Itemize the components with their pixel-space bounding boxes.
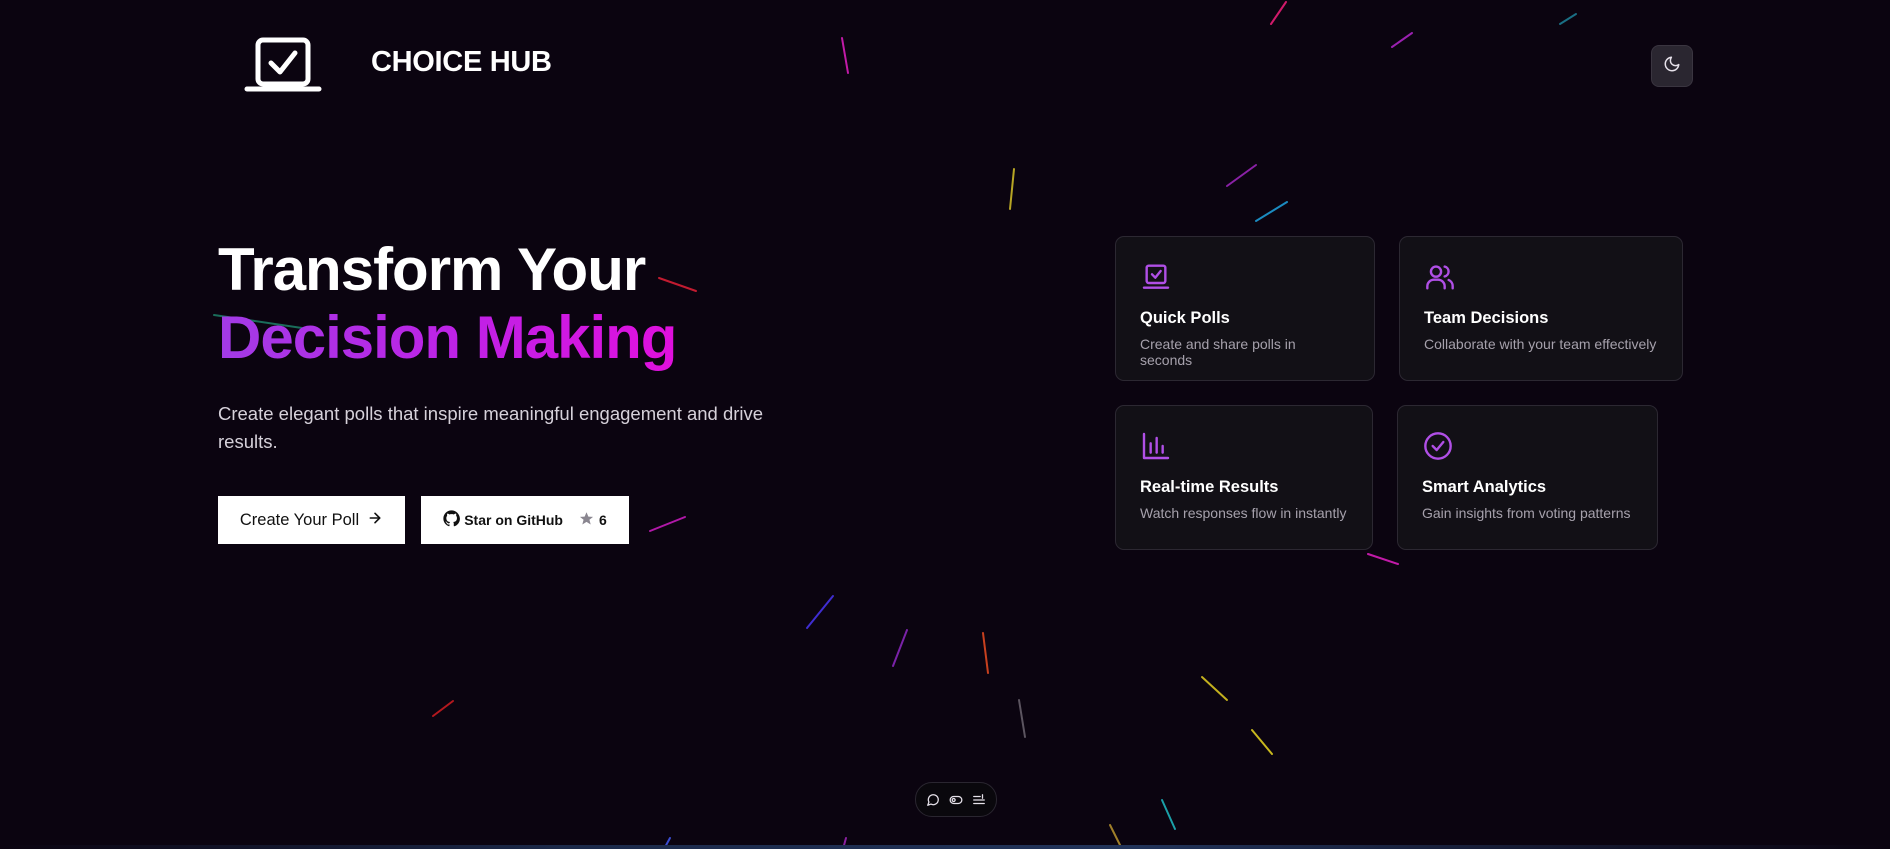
moon-icon — [1663, 55, 1681, 78]
bar-chart-icon — [1140, 430, 1172, 462]
hero-subtitle: Create elegant polls that inspire meanin… — [218, 403, 764, 452]
feature-title: Team Decisions — [1424, 309, 1549, 327]
hero-title-line1: Transform Your — [218, 236, 646, 303]
feature-title: Real-time Results — [1140, 478, 1279, 496]
create-poll-button[interactable]: Create Your Poll — [218, 496, 405, 544]
laptop-check-icon — [1140, 261, 1172, 293]
brand-name[interactable]: CHOICE HUB — [371, 46, 552, 79]
feature-card-smart-analytics: Smart Analytics Gain insights from votin… — [1397, 405, 1658, 550]
feature-description: Watch responses flow in instantly — [1140, 505, 1347, 521]
hero-title-line2: Decision Making — [218, 304, 677, 371]
feature-card-team-decisions: Team Decisions Collaborate with your tea… — [1399, 236, 1683, 381]
github-star-count: 6 — [598, 512, 607, 528]
github-label: Star on GitHub — [464, 512, 563, 528]
feature-title: Smart Analytics — [1422, 478, 1547, 496]
chat-bubble-icon[interactable] — [926, 793, 940, 807]
feature-description: Collaborate with your team effectively — [1424, 336, 1657, 352]
users-icon — [1424, 261, 1456, 293]
hero-title: Transform Your Decision Making — [218, 236, 677, 372]
feature-title: Quick Polls — [1140, 309, 1230, 327]
feature-card-quick-polls: Quick Polls Create and share polls in se… — [1115, 236, 1375, 381]
toggle-icon[interactable] — [949, 793, 963, 807]
theme-toggle-button[interactable] — [1651, 45, 1693, 87]
create-poll-label: Create Your Poll — [239, 510, 360, 529]
star-on-github-button[interactable]: Star on GitHub 6 — [421, 496, 629, 544]
star-icon — [579, 511, 594, 529]
header: CHOICE HUB — [0, 0, 1890, 130]
feature-card-real-time-results: Real-time Results Watch responses flow i… — [1115, 405, 1373, 550]
bottom-glow-line — [0, 845, 1890, 849]
floating-toolbar — [915, 782, 997, 817]
feature-description: Create and share polls in seconds — [1140, 336, 1296, 368]
feature-description: Gain insights from voting patterns — [1422, 505, 1631, 521]
check-circle-icon — [1422, 430, 1454, 462]
list-icon[interactable] — [972, 793, 986, 807]
github-icon — [443, 510, 461, 530]
laptop-check-icon[interactable] — [244, 36, 322, 94]
arrow-right-icon — [367, 510, 383, 531]
